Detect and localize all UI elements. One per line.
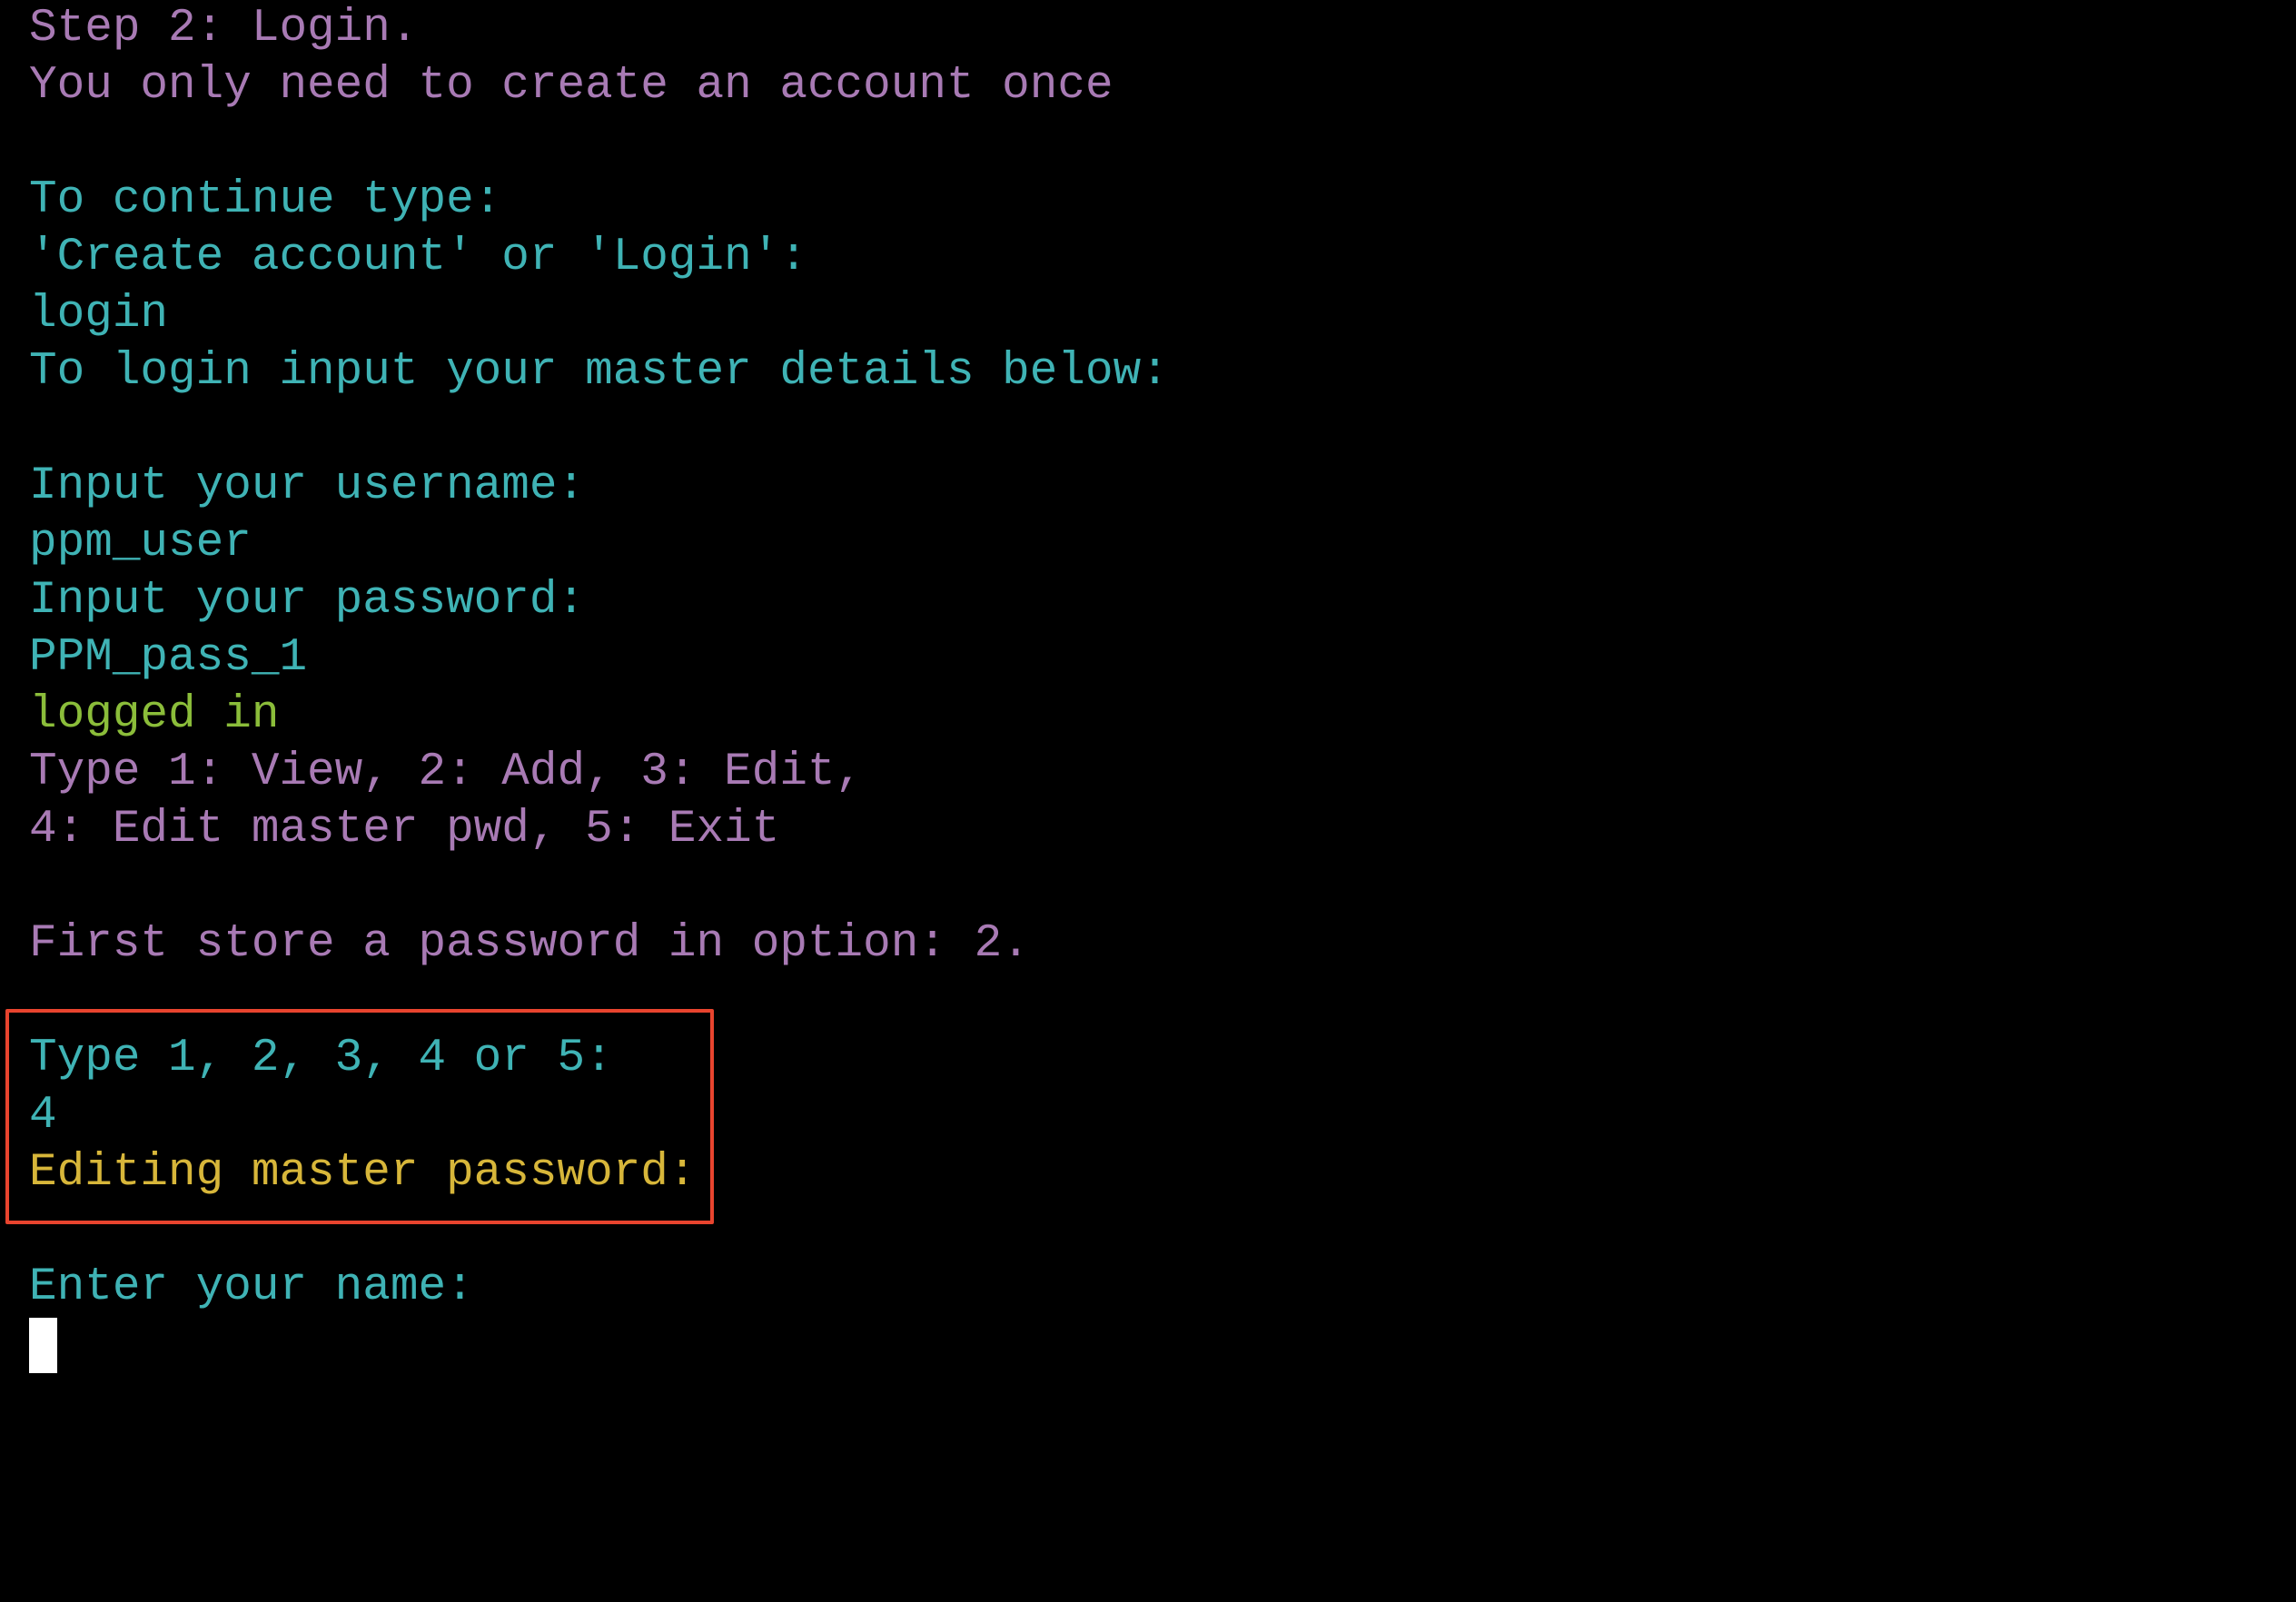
password-value-line: PPM_pass_1 [29, 632, 308, 684]
terminal-window[interactable]: Step 2: Login. You only need to create a… [0, 0, 2296, 1373]
username-prompt-line: Input your username: [29, 460, 586, 512]
menu-options-line-1: Type 1: View, 2: Add, 3: Edit, [29, 747, 864, 798]
step-heading-line: Step 2: Login. [29, 3, 419, 54]
editing-master-password-line: Editing master password: [29, 1147, 697, 1199]
store-password-hint-line: First store a password in option: 2. [29, 918, 1030, 970]
account-info-line: You only need to create an account once [29, 60, 1113, 112]
menu-options-line-2: 4: Edit master pwd, 5: Exit [29, 804, 780, 855]
choice-prompt-line: 'Create account' or 'Login': [29, 232, 807, 283]
login-input-line: login [29, 289, 169, 341]
enter-name-prompt-line: Enter your name: [29, 1261, 474, 1313]
login-instructions-line: To login input your master details below… [29, 346, 1169, 398]
option-value-line: 4 [29, 1090, 57, 1142]
password-prompt-line: Input your password: [29, 575, 586, 627]
logged-in-status-line: logged in [29, 689, 280, 741]
continue-prompt-line: To continue type: [29, 174, 502, 226]
option-prompt-line: Type 1, 2, 3, 4 or 5: [29, 1033, 613, 1084]
terminal-cursor[interactable] [29, 1318, 57, 1373]
username-value-line: ppm_user [29, 518, 252, 569]
